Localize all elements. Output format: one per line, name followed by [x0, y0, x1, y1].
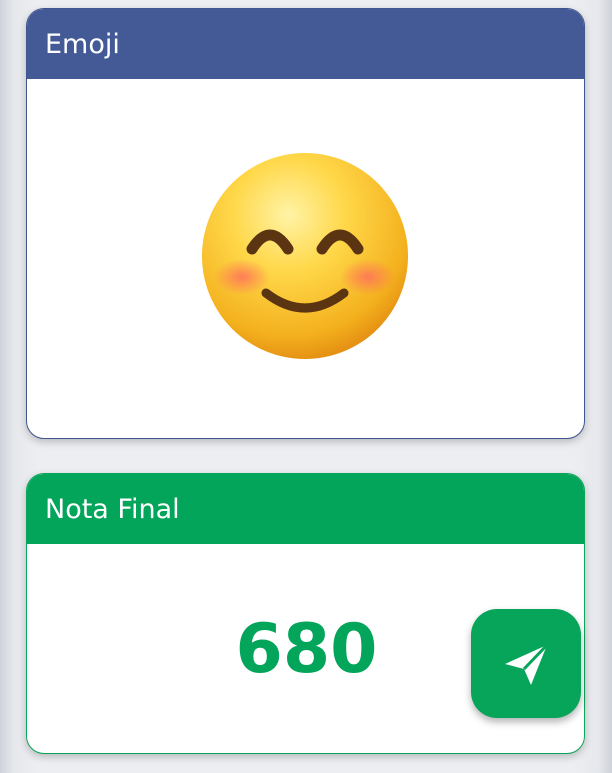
emoji-card: Emoji [26, 8, 585, 439]
emoji-card-body [27, 79, 584, 438]
emoji-card-title: Emoji [45, 28, 120, 60]
smiling-face-icon [200, 151, 410, 361]
score-card-header: Nota Final [27, 474, 584, 544]
paper-plane-icon [505, 643, 549, 685]
score-card-title: Nota Final [45, 493, 180, 525]
send-button[interactable] [471, 609, 581, 718]
emoji-card-header: Emoji [27, 9, 584, 79]
